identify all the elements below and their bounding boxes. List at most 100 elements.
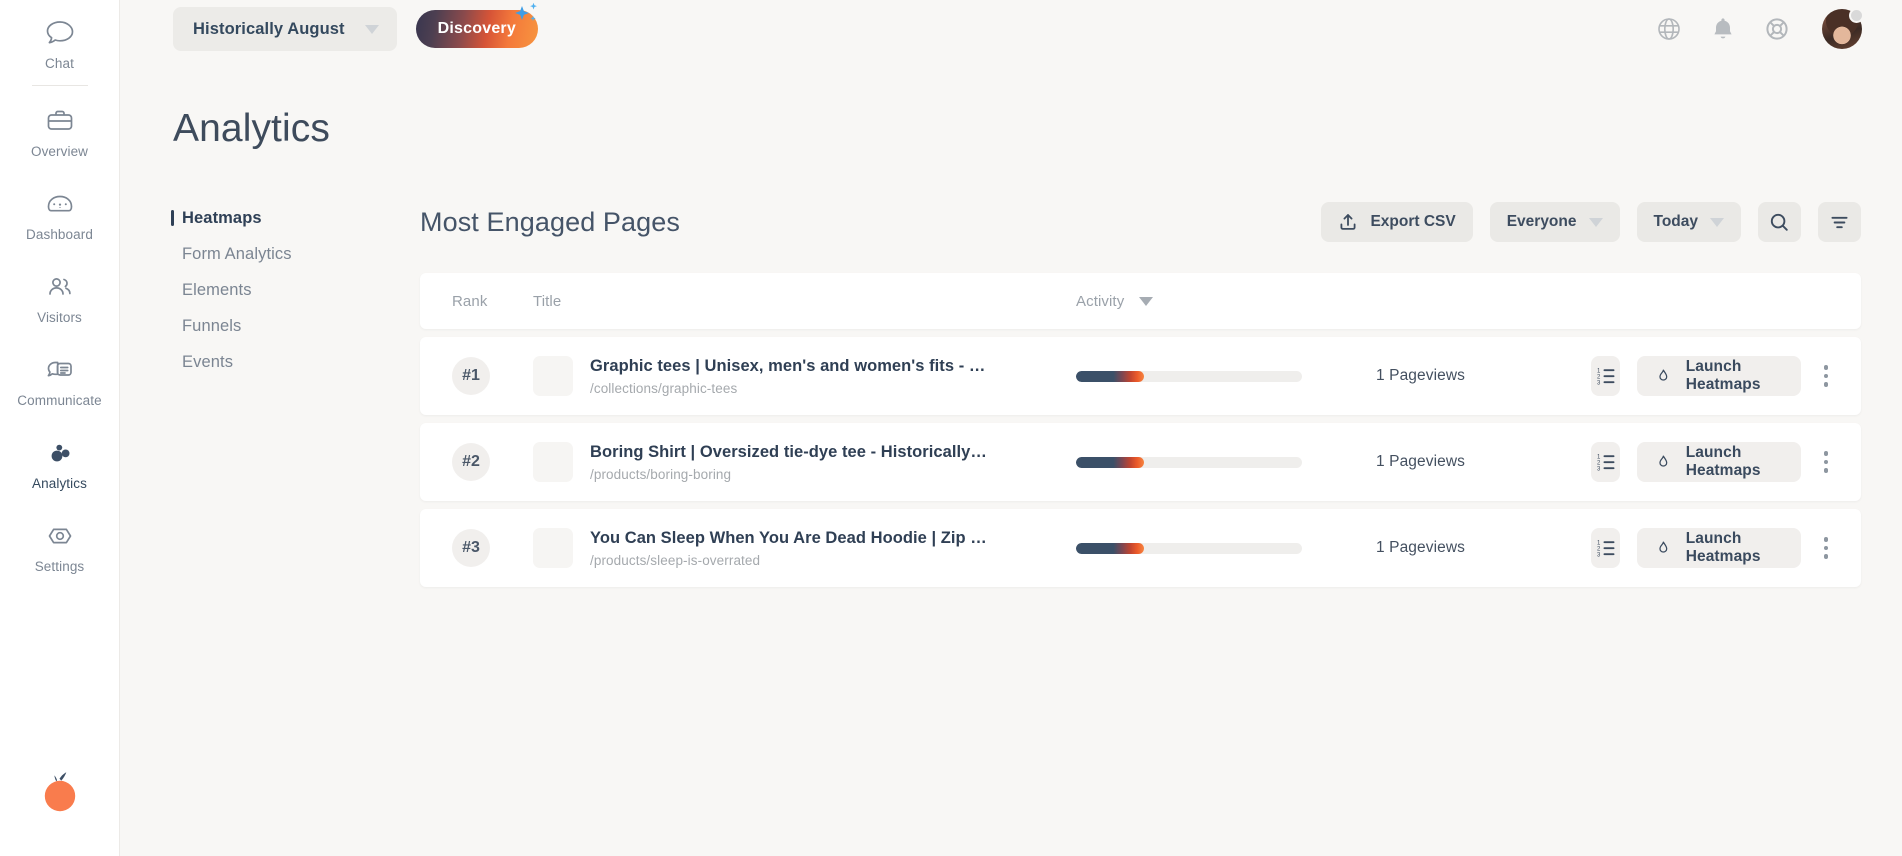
people-icon: [43, 270, 77, 304]
site-selector[interactable]: Historically August: [173, 7, 397, 51]
page-thumbnail: [533, 442, 573, 482]
svg-text:3: 3: [1597, 467, 1601, 473]
table-row[interactable]: #3 You Can Sleep When You Are Dead Hoodi…: [420, 509, 1861, 587]
activity-bar-fill: [1076, 542, 1144, 554]
content-header: Most Engaged Pages Export CSV Everyone T…: [420, 200, 1861, 244]
filter-icon: [1831, 216, 1848, 228]
date-range-dropdown[interactable]: Today: [1636, 202, 1741, 242]
flame-icon: [1659, 369, 1668, 381]
rail-item-chat[interactable]: Chat: [0, 16, 120, 71]
activity-bar: [1076, 370, 1302, 382]
pageviews-count: 1 Pageviews: [1376, 539, 1465, 556]
rail-item-visitors[interactable]: Visitors: [0, 270, 120, 325]
bubbles-icon: [43, 436, 77, 470]
rail-item-communicate[interactable]: Communicate: [0, 353, 120, 408]
subnav-item-heatmaps[interactable]: Heatmaps: [171, 200, 420, 236]
discovery-button[interactable]: Discovery: [415, 10, 538, 48]
numbered-list-icon: 1 2 3: [1597, 455, 1614, 473]
rail-item-overview[interactable]: Overview: [0, 104, 120, 159]
page-url-text: /products/boring-boring: [590, 466, 732, 482]
table-row[interactable]: #2 Boring Shirt | Oversized tie-dye tee …: [420, 423, 1861, 501]
numbered-list-icon: 1 2 3: [1597, 369, 1614, 387]
row-menu-button[interactable]: [1818, 442, 1834, 482]
segment-dropdown[interactable]: Everyone: [1489, 202, 1620, 242]
activity-bar: [1076, 456, 1302, 468]
launch-heatmaps-label: Launch Heatmaps: [1685, 358, 1761, 393]
secondary-nav: Heatmaps Form Analytics Elements Funnels…: [120, 200, 420, 587]
page-title-text: Graphic tees | Unisex, men's and women's…: [590, 356, 990, 375]
rail-label: Settings: [34, 559, 85, 574]
row-menu-button[interactable]: [1818, 528, 1834, 568]
topbar-actions: [1656, 8, 1864, 49]
launch-heatmaps-button[interactable]: Launch Heatmaps: [1637, 442, 1802, 482]
activity-bar: [1076, 542, 1302, 554]
globe-icon[interactable]: [1656, 16, 1682, 42]
chevron-down-icon: [364, 24, 379, 34]
rail-label: Analytics: [32, 476, 87, 491]
svg-text:3: 3: [1597, 381, 1601, 387]
activity-bar-fill: [1076, 456, 1144, 468]
section-title: Most Engaged Pages: [420, 206, 680, 237]
page-title-text: You Can Sleep When You Are Dead Hoodie |…: [590, 528, 990, 547]
numbered-list-button[interactable]: 1 2 3: [1591, 442, 1621, 482]
subnav-item-elements[interactable]: Elements: [171, 272, 420, 308]
rank-badge: #2: [452, 443, 490, 481]
avatar[interactable]: [1822, 8, 1864, 49]
export-csv-button[interactable]: Export CSV: [1321, 202, 1473, 242]
svg-text:3: 3: [1597, 553, 1601, 559]
rail-label: Chat: [45, 56, 74, 71]
column-header-activity[interactable]: Activity: [1076, 292, 1154, 310]
body-row: Heatmaps Form Analytics Elements Funnels…: [120, 200, 1902, 587]
row-menu-button[interactable]: [1818, 356, 1834, 396]
flame-icon: [1659, 455, 1668, 467]
site-selector-label: Historically August: [193, 19, 345, 38]
table-row[interactable]: #1 Graphic tees | Unisex, men's and wome…: [420, 337, 1861, 415]
lifebuoy-icon[interactable]: [1764, 16, 1790, 42]
column-header-activity-label: Activity: [1076, 292, 1125, 310]
upload-icon: [1340, 214, 1356, 230]
subnav-item-form-analytics[interactable]: Form Analytics: [171, 236, 420, 272]
date-range-label: Today: [1653, 213, 1699, 230]
rail-label: Overview: [30, 144, 89, 159]
search-icon: [1770, 213, 1788, 231]
content-panel: Most Engaged Pages Export CSV Everyone T…: [420, 200, 1902, 587]
rail-divider: [31, 85, 88, 86]
hexagon-eye-icon: [43, 519, 77, 553]
launch-heatmaps-button[interactable]: Launch Heatmaps: [1637, 356, 1802, 396]
search-button[interactable]: [1758, 202, 1801, 242]
subnav-item-events[interactable]: Events: [171, 344, 420, 380]
lucky-orange-logo[interactable]: [0, 762, 120, 818]
title-block: Graphic tees | Unisex, men's and women's…: [590, 357, 990, 396]
page-thumbnail: [533, 528, 573, 568]
page-thumbnail: [533, 356, 573, 396]
rail-item-dashboard[interactable]: Dashboard: [0, 187, 120, 242]
discovery-label: Discovery: [437, 20, 516, 37]
table-header-row: Rank Title Activity: [420, 273, 1861, 329]
rail-item-analytics[interactable]: Analytics: [0, 436, 120, 491]
numbered-list-button[interactable]: 1 2 3: [1591, 528, 1621, 568]
subnav-label: Heatmaps: [182, 208, 262, 227]
sort-descending-icon: [1139, 296, 1154, 306]
subnav-label: Events: [182, 352, 234, 371]
bell-icon[interactable]: [1710, 16, 1736, 42]
subnav-label: Elements: [182, 280, 252, 299]
launch-heatmaps-label: Launch Heatmaps: [1685, 444, 1761, 479]
status-badge: [1849, 8, 1864, 23]
rail-label: Communicate: [17, 393, 102, 408]
filter-button[interactable]: [1818, 202, 1861, 242]
pageviews-count: 1 Pageviews: [1376, 367, 1465, 384]
rail-item-settings[interactable]: Settings: [0, 519, 120, 574]
title-block: You Can Sleep When You Are Dead Hoodie |…: [590, 529, 990, 568]
page-title: Analytics: [173, 107, 330, 150]
rail-label: Dashboard: [26, 227, 93, 242]
page-url-text: /collections/graphic-tees: [590, 380, 738, 396]
subnav-item-funnels[interactable]: Funnels: [171, 308, 420, 344]
launch-heatmaps-button[interactable]: Launch Heatmaps: [1637, 528, 1802, 568]
chevron-down-icon: [1710, 217, 1724, 227]
title-block: Boring Shirt | Oversized tie-dye tee - H…: [590, 443, 990, 482]
rank-badge: #3: [452, 529, 490, 567]
rank-badge: #1: [452, 357, 490, 395]
topbar: Historically August Discovery: [120, 0, 1902, 58]
gauge-info-icon: [43, 187, 77, 221]
numbered-list-button[interactable]: 1 2 3: [1591, 356, 1621, 396]
